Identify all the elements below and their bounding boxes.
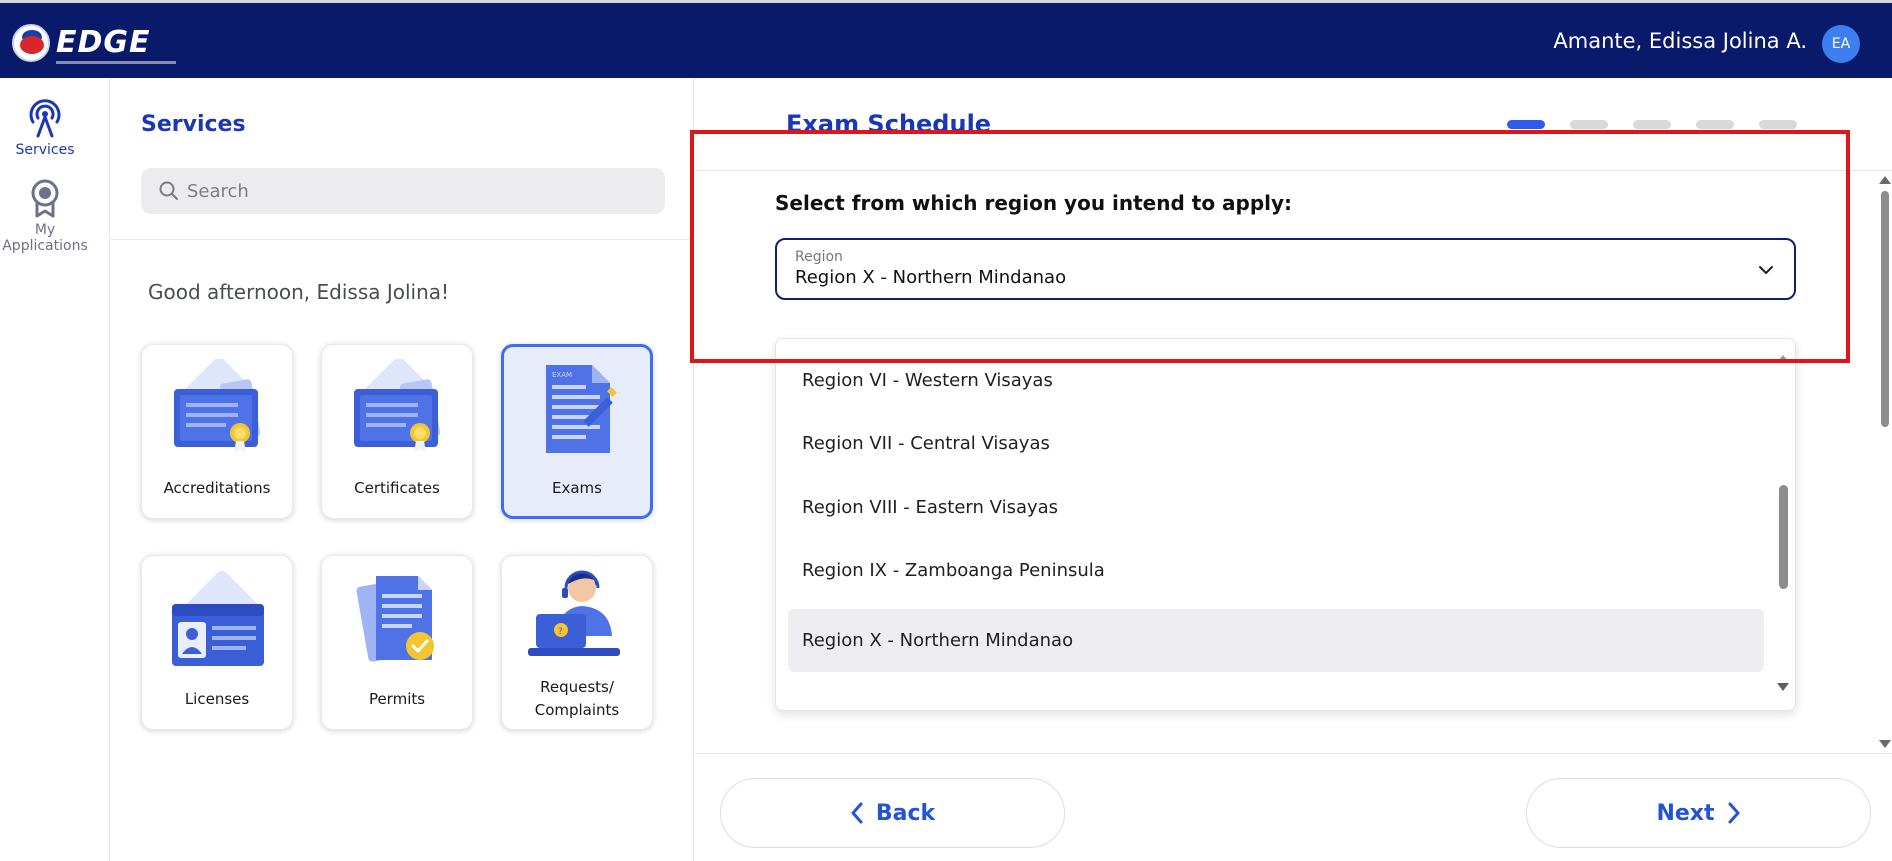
avatar[interactable]: EA — [1822, 25, 1860, 63]
rail-item-my-applications[interactable]: My Applications — [0, 178, 90, 254]
dropdown-scroll-up-arrow[interactable] — [1777, 355, 1789, 362]
services-panel: Services Search Good afternoon, Edissa J… — [111, 78, 694, 861]
step-2 — [1570, 120, 1608, 129]
card-label: Exams — [552, 479, 602, 497]
step-1 — [1507, 120, 1545, 129]
service-card-requests-complaints[interactable]: ? Requests/ Complaints — [501, 555, 653, 730]
region-dropdown-list[interactable]: Region VI - Western Visayas Region VII -… — [775, 338, 1796, 711]
search-icon — [159, 181, 178, 200]
top-header: EDGE Amante, Edissa Jolina A. EA — [0, 0, 1892, 78]
rail-label-my-applications: My Applications — [2, 222, 88, 254]
page-scroll-down-arrow[interactable] — [1879, 740, 1891, 748]
document-check-icon — [356, 576, 434, 662]
card-label: Requests/ — [540, 678, 614, 696]
back-label: Back — [875, 800, 936, 826]
service-card-permits[interactable]: Permits — [321, 555, 473, 730]
search-input[interactable]: Search — [141, 168, 665, 214]
select-value: Region X - Northern Mindanao — [795, 267, 1067, 288]
certificate-icon — [354, 359, 441, 453]
page-title: Exam Schedule — [786, 110, 992, 138]
back-button[interactable]: Back — [720, 778, 1065, 848]
dropdown-option[interactable]: Region IX - Zamboanga Peninsula — [788, 539, 1764, 602]
exam-paper-icon: EXAM — [546, 365, 617, 453]
exam-schedule-panel: Exam Schedule Select from which region y… — [695, 78, 1892, 861]
logo-text: EDGE — [56, 25, 151, 60]
page-scrollbar-thumb[interactable] — [1881, 191, 1889, 427]
next-button[interactable]: Next — [1526, 778, 1871, 848]
card-label: Accreditations — [163, 479, 271, 497]
support-agent-icon: ? — [528, 570, 620, 656]
svg-text:?: ? — [558, 627, 563, 637]
user-name: Amante, Edissa Jolina A. — [1553, 29, 1807, 53]
divider — [695, 170, 1892, 171]
card-label-line2: Complaints — [534, 701, 620, 719]
region-question: Select from which region you intend to a… — [775, 191, 1293, 215]
service-card-certificates[interactable]: Certificates — [321, 344, 473, 519]
dropdown-option[interactable]: Region VIII - Eastern Visayas — [788, 476, 1764, 539]
dropdown-scrollbar-thumb[interactable] — [1779, 485, 1788, 589]
region-select[interactable]: Region Region X - Northern Mindanao — [775, 238, 1796, 300]
id-card-icon — [172, 570, 264, 666]
card-label: Licenses — [184, 690, 250, 708]
step-3 — [1633, 120, 1671, 129]
government-seal-icon — [12, 24, 50, 62]
service-card-accreditations[interactable]: Accreditations — [141, 344, 293, 519]
certificate-icon — [174, 359, 261, 453]
card-label: Permits — [368, 690, 426, 708]
divider — [111, 239, 693, 240]
select-floating-label: Region — [795, 249, 843, 265]
antenna-icon — [29, 99, 61, 138]
next-label: Next — [1656, 800, 1715, 826]
divider — [695, 753, 1892, 754]
progress-stepper — [1507, 120, 1797, 129]
rail-label-services: Services — [15, 142, 75, 158]
dropdown-option[interactable]: Region VI - Western Visayas — [788, 349, 1764, 412]
dropdown-option[interactable]: Region VII - Central Visayas — [788, 412, 1764, 475]
card-label: Certificates — [354, 479, 440, 497]
chevron-right-icon — [1728, 802, 1740, 824]
edge-logo[interactable]: EDGE — [12, 23, 176, 64]
svg-text:EXAM: EXAM — [552, 371, 572, 379]
step-5 — [1759, 120, 1797, 129]
step-4 — [1696, 120, 1734, 129]
page-scroll-up-arrow[interactable] — [1879, 176, 1891, 184]
search-placeholder: Search — [187, 180, 249, 202]
chevron-down-icon[interactable] — [1756, 260, 1776, 280]
dropdown-option-highlighted[interactable]: Region X - Northern Mindanao — [788, 609, 1764, 672]
award-icon — [31, 179, 59, 218]
greeting-text: Good afternoon, Edissa Jolina! — [148, 280, 450, 304]
dropdown-scroll-down-arrow[interactable] — [1777, 683, 1789, 691]
service-card-exams[interactable]: EXAM Exams — [501, 344, 653, 519]
rail-item-services[interactable]: Services — [0, 96, 90, 158]
left-rail: Services My Applications — [0, 78, 110, 861]
services-title: Services — [141, 112, 246, 137]
service-card-licenses[interactable]: Licenses — [141, 555, 293, 730]
chevron-left-icon — [851, 802, 863, 824]
logo-wordmark: EDGE — [56, 25, 176, 64]
